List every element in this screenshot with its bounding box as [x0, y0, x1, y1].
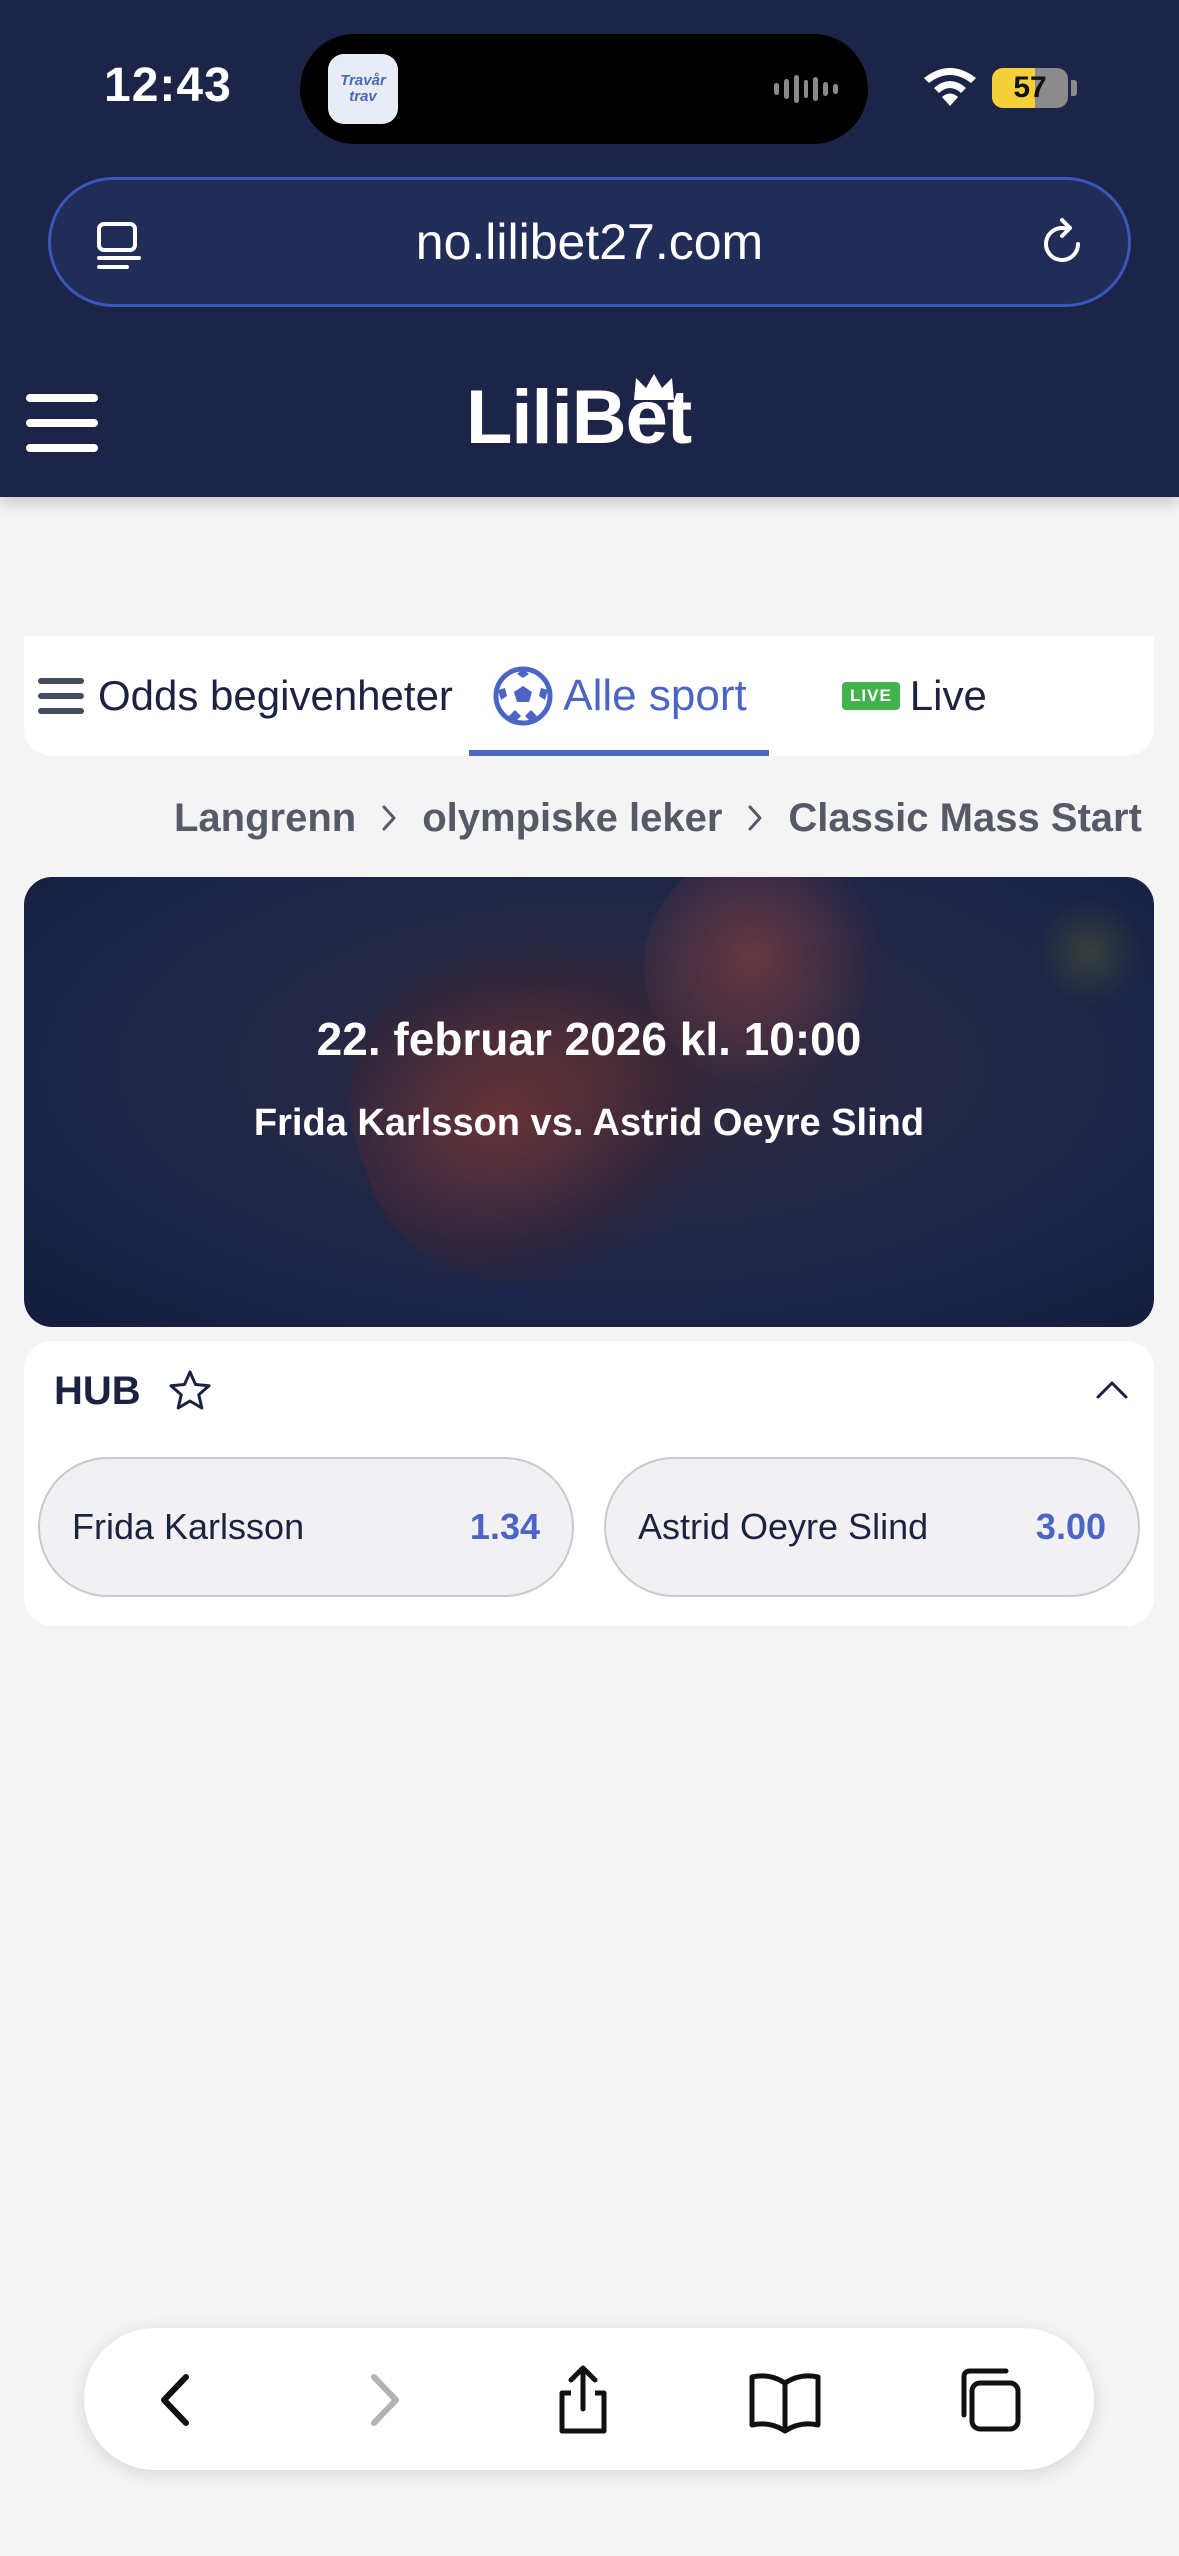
event-matchup: Frida Karlsson vs. Astrid Oeyre Slind	[253, 1102, 925, 1144]
bookmarks-icon[interactable]	[748, 2363, 822, 2437]
active-tab-indicator	[469, 750, 769, 756]
tabs-icon[interactable]	[952, 2363, 1026, 2437]
odds-button[interactable]: Astrid Oeyre Slind 3.00	[604, 1457, 1140, 1597]
back-icon[interactable]	[140, 2363, 214, 2437]
address-bar[interactable]: no.lilibet27.com	[48, 177, 1131, 307]
outcome-name: Frida Karlsson	[72, 1506, 305, 1547]
breadcrumb-item-sport[interactable]: Langrenn	[174, 796, 356, 841]
island-app-icon[interactable]: Travår trav	[328, 54, 398, 124]
browser-bottom-toolbar	[84, 2328, 1094, 2470]
event-datetime: 22. februar 2026 kl. 10:00	[316, 1013, 862, 1065]
status-time: 12:43	[104, 59, 232, 112]
battery-cap	[1071, 80, 1077, 96]
tab-all-sports-label: Alle sport	[563, 671, 747, 720]
battery-icon: 57	[992, 68, 1068, 108]
event-hero-banner: 22. februar 2026 kl. 10:00 Frida Karlsso…	[24, 877, 1154, 1327]
list-icon	[38, 678, 84, 714]
breadcrumb-item-event[interactable]: Classic Mass Start	[788, 796, 1142, 841]
url-text[interactable]: no.lilibet27.com	[51, 180, 1128, 304]
site-logo[interactable]: LiliBet	[466, 378, 716, 458]
site-header: 12:43 Travår trav 57 no.lilibet27.com Li	[0, 0, 1179, 497]
breadcrumb: Langrenn olympiske leker Classic Mass St…	[174, 788, 1179, 848]
tab-odds-events-label: Odds begivenheter	[98, 672, 453, 719]
tab-live[interactable]: LIVE Live	[842, 636, 987, 756]
outcome-name: Astrid Oeyre Slind	[638, 1506, 929, 1547]
forward-icon[interactable]	[346, 2363, 420, 2437]
tab-odds-events[interactable]: Odds begivenheter	[38, 636, 453, 756]
odds-button[interactable]: Frida Karlsson 1.34	[38, 1457, 574, 1597]
tab-all-sports[interactable]: Alle sport	[470, 636, 770, 756]
crown-icon	[634, 374, 674, 400]
outcome-odds: 3.00	[1035, 1506, 1106, 1547]
soccer-ball-icon	[493, 666, 553, 726]
chevron-right-icon	[382, 805, 396, 831]
hamburger-menu-icon[interactable]	[26, 394, 98, 452]
market-card: HUB Frida Karlsson 1.34 Astrid Oeyre Sli…	[24, 1341, 1154, 1626]
sport-tabs: Odds begivenheter Alle sport LIVE Live	[24, 636, 1154, 756]
market-title: HUB	[54, 1369, 141, 1413]
chevron-right-icon	[748, 805, 762, 831]
star-icon[interactable]	[166, 1367, 214, 1415]
battery-percent: 57	[1013, 71, 1047, 104]
audio-wave-icon	[774, 72, 839, 106]
share-icon[interactable]	[546, 2363, 620, 2437]
wifi-icon	[924, 68, 976, 106]
reload-icon[interactable]	[1034, 216, 1090, 272]
outcome-odds: 1.34	[469, 1506, 540, 1547]
chevron-up-icon[interactable]	[1094, 1375, 1130, 1405]
breadcrumb-item-league[interactable]: olympiske leker	[422, 796, 722, 841]
tab-live-label: Live	[909, 672, 987, 719]
dynamic-island: Travår trav	[300, 34, 868, 144]
hero-background-light	[1034, 897, 1144, 1007]
live-badge: LIVE	[842, 682, 900, 710]
